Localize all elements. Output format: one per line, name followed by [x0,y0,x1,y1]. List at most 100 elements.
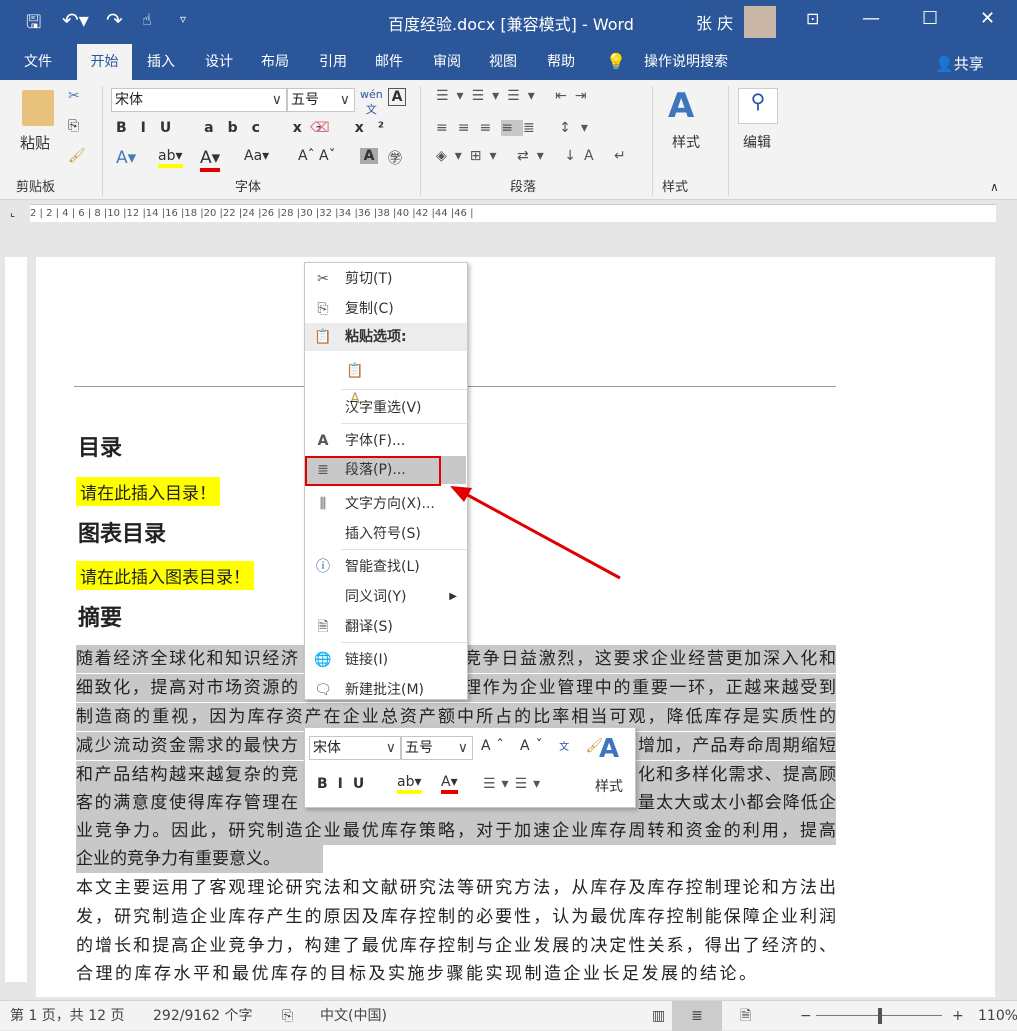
menu-font[interactable]: A 字体(F)... [305,427,467,455]
para-line[interactable]: 业竞争力。因此，研究制造企业最优库存策略，对于加速企业库存周转和资金的利用，提高 [76,817,836,845]
highlight-icon[interactable]: ab▾ [158,148,183,168]
menu-cut[interactable]: ✂ 剪切(T) [305,265,467,293]
mini-size-value: 五号 [405,740,433,756]
language[interactable]: 中文(中国) [320,1001,387,1031]
redo-icon[interactable]: ↷ [106,8,123,32]
paste-button[interactable]: 粘贴 [20,132,50,153]
touch-mode-icon[interactable]: ☝ [142,10,152,29]
shading-border-sort-buttons[interactable]: ◈▾⊞▾ ⇄▾ ↓A ↵ [436,148,634,164]
tab-mailings[interactable]: 邮件 [368,44,410,80]
maximize-button[interactable]: ☐ [922,8,938,29]
paste-keep-text-only[interactable]: 📋A [305,357,467,407]
character-border-icon[interactable]: A [388,88,406,106]
menu-reconvert[interactable]: 汉字重选(V) [305,394,467,422]
page-count[interactable]: 第 1 页，共 12 页 [10,1001,125,1031]
avatar[interactable] [744,6,776,38]
menu-new-comment[interactable]: 🗨 新建批注(M) [305,676,467,704]
minimize-button[interactable]: — [862,8,880,29]
styles-button[interactable]: 样式 [672,132,700,152]
mini-font-combo[interactable]: 宋体 ∨ [309,736,401,760]
figures-placeholder[interactable]: 请在此插入图表目录！ [76,561,254,590]
group-styles: 样式 [662,180,689,195]
format-buttons[interactable]: BIU abc x₂ x² [116,120,398,136]
menu-link[interactable]: 🌐 链接(I) [305,646,467,674]
tab-view[interactable]: 视图 [482,44,524,80]
tab-layout[interactable]: 布局 [254,44,296,80]
mini-font-color-icon[interactable]: A▾ [441,774,458,794]
para2-line[interactable]: 合理的库存水平和最优库存的目标及实施步骤能实现制造企业长足发展的结论。 [76,960,836,988]
cut-icon[interactable]: ✂ [68,88,80,104]
para2-line[interactable]: 本文主要运用了客观理论研究法和文献研究法等研究方法，从库存及库存控制理论和方法出 [76,874,836,902]
tab-help[interactable]: 帮助 [540,44,582,80]
undo-icon[interactable]: ↶▾ [62,8,89,32]
lightbulb-icon: 💡 [606,52,626,71]
close-button[interactable]: ✕ [980,8,995,29]
customize-qat-icon[interactable]: ▿ [180,12,186,26]
translate-icon: 🗎 [317,619,329,635]
ribbon-display-icon[interactable]: ⊡ [806,9,819,28]
menu-translate[interactable]: 🗎 翻译(S) [305,613,467,641]
read-mode-icon[interactable]: ▥ [652,1001,665,1031]
proofing-icon[interactable]: ⎘ [282,1001,293,1031]
toc-placeholder[interactable]: 请在此插入目录！ [76,477,220,506]
window-title: 百度经验.docx [兼容模式] - Word [388,15,634,34]
tab-home[interactable]: 开始 [77,44,132,80]
clear-formatting-icon[interactable]: ⌫ [310,120,330,136]
tell-me-search[interactable]: 操作说明搜索 [636,44,736,80]
align-buttons[interactable]: ≡≡≡≡≣ ↕▾ [436,120,598,136]
vertical-ruler[interactable] [5,257,27,982]
find-icon[interactable]: ⚲ [738,88,778,124]
mini-list-icons[interactable]: ☰▾☰▾ [483,776,546,792]
paste-icon[interactable] [22,90,54,126]
phonetic-guide-icon[interactable]: wén 文 [360,88,383,117]
tab-insert[interactable]: 插入 [140,44,182,80]
menu-copy[interactable]: ⎘ 复制(C) [305,295,467,323]
word-count[interactable]: 292/9162 个字 [153,1001,253,1031]
collapse-ribbon-icon[interactable]: ∧ [990,180,999,194]
zoom-out-button[interactable]: − [800,1001,812,1031]
text-effects-icon[interactable]: A▾ [116,148,136,168]
clipboard-icon: 📋 [314,329,332,345]
mini-highlight-icon[interactable]: ab▾ [397,774,422,794]
para2-line[interactable]: 发，研究制造企业库存产生的原因及库存控制的必要性，认为最优库存控制能保障企业利润 [76,903,836,931]
smart-lookup-icon: ⓘ [316,559,330,575]
para2-line[interactable]: 的增长和提高企业竞争力，构建了最优库存控制与企业发展的决定性关系，得出了经济的、 [76,932,836,960]
web-layout-icon[interactable]: 🗎 [740,1001,751,1031]
heading-abstract: 摘要 [78,605,123,631]
font-size-combo[interactable]: 五号 ∨ [287,88,355,112]
mini-size-combo[interactable]: 五号 ∨ [401,736,473,760]
font-name-combo[interactable]: 宋体 ∨ [111,88,287,112]
tab-design[interactable]: 设计 [198,44,240,80]
char-shading-icon[interactable]: A [360,148,378,164]
group-font: 字体 [235,180,262,195]
para-line[interactable]: 企业的竞争力有重要意义。 [76,845,323,873]
tab-references[interactable]: 引用 [312,44,354,80]
share-button[interactable]: 👤共享 [935,53,984,74]
format-painter-icon[interactable]: 🖌 [68,148,86,164]
zoom-slider-thumb[interactable] [878,1008,882,1024]
tab-review[interactable]: 审阅 [426,44,468,80]
tab-file[interactable]: 文件 [14,44,62,80]
print-layout-icon[interactable]: ≣ [672,1001,722,1031]
save-icon[interactable]: 🖫 [26,10,41,40]
horizontal-ruler[interactable]: 2 | 2 | 4 | 6 | 8 |10 |12 |14 |16 |18 |2… [30,204,996,222]
mini-format-buttons[interactable]: BIU [317,776,374,792]
list-buttons[interactable]: ☰▾☰▾☰▾ ⇤⇥ [436,88,595,104]
user-name[interactable]: 张 庆 [696,10,733,34]
editing-button[interactable]: 编辑 [743,132,771,152]
change-case-icon[interactable]: Aa▾ [244,148,269,164]
zoom-level[interactable]: 110% [978,1001,1017,1031]
styles-icon[interactable]: A [668,86,694,126]
mini-styles-button[interactable]: 样式 [595,776,623,796]
copy-icon[interactable]: ⎘ [68,118,79,134]
grow-shrink-font-icons[interactable]: Aˆ Aˇ [298,148,336,164]
enclose-char-icon[interactable]: ㊫ [388,148,402,168]
zoom-in-button[interactable]: + [952,1001,964,1031]
font-size-value: 五号 [291,92,319,108]
mini-styles-icon[interactable]: A [599,734,619,764]
font-color-icon[interactable]: A▾ [200,148,221,172]
mini-grow-shrink-icons[interactable]: Aˆ Aˇ 文 🖌 [481,738,609,754]
share-label: 共享 [953,55,984,73]
tab-selector[interactable]: ⌞ [10,206,15,219]
title-bar: 🖫 ↶▾ ↷ ☝ ▿ 百度经验.docx [兼容模式] - Word 张 庆 ⊡… [0,0,1017,44]
